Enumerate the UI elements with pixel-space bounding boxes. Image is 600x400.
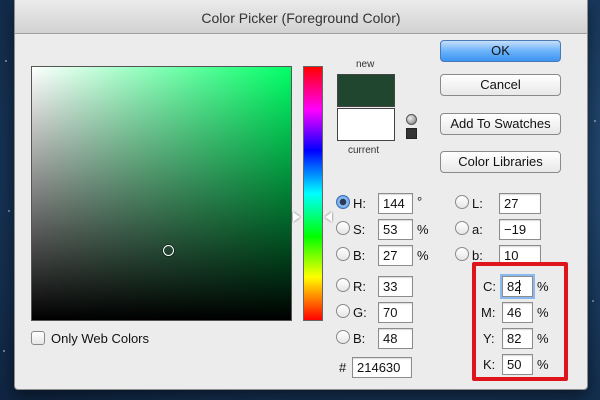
web-safe-color-icon[interactable] — [406, 128, 417, 139]
hue-slider[interactable] — [303, 66, 323, 321]
saturation-unit: % — [417, 222, 429, 237]
lightness-label: L: — [472, 196, 483, 211]
hue-slider-right-arrow[interactable] — [325, 212, 332, 222]
a-channel-radio[interactable] — [455, 221, 469, 235]
lightness-radio[interactable] — [455, 195, 469, 209]
b-channel-label: b: — [472, 248, 483, 263]
color-selector-ring[interactable] — [163, 245, 174, 256]
hue-label: H: — [353, 196, 366, 211]
background-star — [594, 120, 596, 122]
blue-input[interactable]: 48 — [378, 328, 413, 349]
current-color-label: current — [348, 145, 380, 156]
background-star — [592, 300, 594, 302]
new-color-label: new — [356, 59, 375, 70]
saturation-radio[interactable] — [336, 221, 350, 235]
background-star — [5, 60, 7, 62]
gamut-warning-icon[interactable] — [406, 114, 417, 125]
hue-slider-left-arrow[interactable] — [293, 212, 300, 222]
hex-input[interactable]: 214630 — [352, 357, 412, 378]
new-color-swatch — [337, 74, 395, 107]
green-radio[interactable] — [336, 304, 350, 318]
add-to-swatches-button[interactable]: Add To Swatches — [440, 113, 561, 135]
window-title: Color Picker (Foreground Color) — [15, 0, 587, 34]
green-label: G: — [353, 305, 367, 320]
hue-radio[interactable] — [336, 195, 350, 209]
a-channel-input[interactable]: −19 — [499, 219, 541, 240]
lightness-input[interactable]: 27 — [499, 193, 541, 214]
saturation-brightness-field[interactable] — [31, 66, 292, 321]
red-input[interactable]: 33 — [378, 276, 413, 297]
brightness-radio[interactable] — [336, 247, 350, 261]
color-libraries-button[interactable]: Color Libraries — [440, 151, 561, 173]
brightness-label: B: — [353, 248, 366, 263]
color-picker-dialog: Color Picker (Foreground Color) new curr… — [14, 0, 588, 390]
green-input[interactable]: 70 — [378, 302, 413, 323]
current-color-swatch[interactable] — [337, 108, 395, 141]
blue-label: B: — [353, 331, 366, 346]
red-radio[interactable] — [336, 278, 350, 292]
b-channel-radio[interactable] — [455, 247, 469, 261]
cancel-button[interactable]: Cancel — [440, 74, 561, 96]
saturation-label: S: — [353, 222, 366, 237]
ok-button[interactable]: OK — [440, 40, 561, 62]
blue-radio[interactable] — [336, 330, 350, 344]
a-channel-label: a: — [472, 222, 483, 237]
only-web-colors-label: Only Web Colors — [51, 331, 150, 346]
saturation-input[interactable]: 53 — [378, 219, 413, 240]
brightness-unit: % — [417, 248, 429, 263]
red-label: R: — [353, 279, 366, 294]
background-star — [8, 210, 10, 212]
brightness-input[interactable]: 27 — [378, 245, 413, 266]
hue-unit: ° — [417, 194, 423, 209]
hex-prefix: # — [339, 360, 347, 375]
cmyk-highlight-box — [472, 262, 568, 381]
only-web-colors-checkbox[interactable] — [31, 331, 45, 345]
hue-input[interactable]: 144 — [378, 193, 413, 214]
background-star — [3, 350, 5, 352]
